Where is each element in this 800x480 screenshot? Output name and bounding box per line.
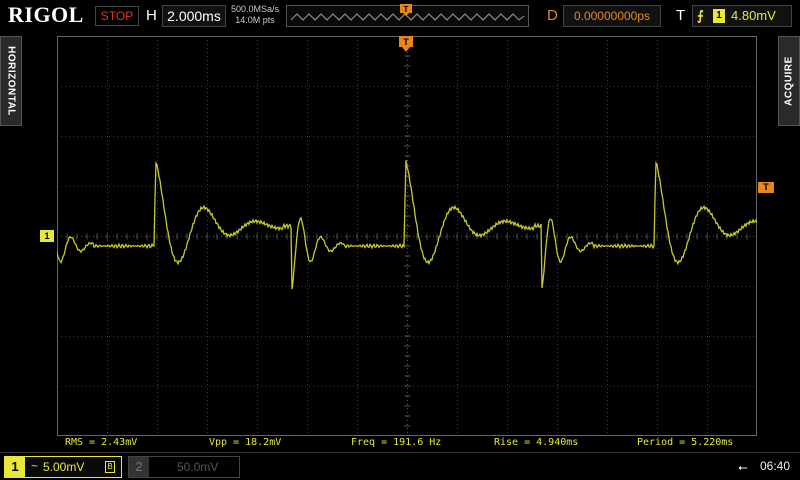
horizontal-tab-label: HORIZONTAL xyxy=(5,46,17,116)
usb-icon: ⭠ xyxy=(738,460,748,474)
waveform-display[interactable] xyxy=(57,36,757,436)
sample-info: 500.0MSa/s 14.0M pts xyxy=(229,4,281,26)
measurement-bar: RMS = 2.43mV Vpp = 18.2mV Freq = 191.6 H… xyxy=(57,436,757,452)
channel-2-number: 2 xyxy=(129,457,149,477)
channel-1-ground-marker[interactable]: 1 xyxy=(40,230,54,242)
channel-1-waveform xyxy=(57,160,757,290)
bandwidth-limit-icon: B xyxy=(105,461,115,473)
acquire-tab-label: ACQUIRE xyxy=(783,56,795,106)
channel-1-number: 1 xyxy=(5,457,25,477)
svg-text:T: T xyxy=(404,5,409,14)
trigger-position-marker[interactable]: T xyxy=(399,36,413,52)
ac-coupling-icon: ~ xyxy=(31,459,39,473)
trigger-settings[interactable]: ⨍ 1 4.80mV xyxy=(692,5,792,27)
channel-1-button[interactable]: 1 ~ 5.00mV B xyxy=(4,456,122,478)
svg-text:T: T xyxy=(403,37,409,47)
memory-trigger-icon: T xyxy=(400,4,412,16)
delay-value[interactable]: 0.00000000ps xyxy=(563,5,661,27)
acquire-tab[interactable]: ACQUIRE xyxy=(778,36,800,126)
timebase-value[interactable]: 2.000ms xyxy=(162,5,226,27)
channel-1-scale: 5.00mV xyxy=(43,460,85,474)
measurement-freq: Freq = 191.6 Hz xyxy=(351,437,442,448)
measurement-rise: Rise = 4.940ms xyxy=(494,437,579,448)
measurement-rms: RMS = 2.43mV xyxy=(65,437,138,448)
channel-2-button[interactable]: 2 50.0mV xyxy=(128,456,240,478)
trigger-level-marker[interactable]: T xyxy=(758,182,774,193)
horizontal-label: H xyxy=(146,7,157,24)
rising-edge-icon: ⨍ xyxy=(697,8,704,23)
memory-depth: 14.0M pts xyxy=(235,15,275,25)
measurement-period: Period = 5.220ms xyxy=(637,437,734,448)
trigger-source: 1 xyxy=(713,9,725,23)
top-status-bar: RIGOL STOP H 2.000ms 500.0MSa/s 14.0M pt… xyxy=(0,0,800,32)
delay-label: D xyxy=(547,7,558,24)
channel-2-scale: 50.0mV xyxy=(177,460,219,474)
horizontal-tab[interactable]: HORIZONTAL xyxy=(0,36,22,126)
bottom-channel-bar: 1 ~ 5.00mV B 2 50.0mV ⭠ 06:40 xyxy=(0,452,800,480)
run-stop-status[interactable]: STOP xyxy=(95,6,139,26)
sample-rate: 500.0MSa/s xyxy=(230,4,280,14)
brand-logo: RIGOL xyxy=(8,2,84,27)
trigger-label: T xyxy=(676,7,686,24)
measurement-vpp: Vpp = 18.2mV xyxy=(209,437,282,448)
clock: 06:40 xyxy=(760,459,791,473)
trigger-level: 4.80mV xyxy=(731,8,776,23)
channel-1-trace xyxy=(57,160,757,290)
